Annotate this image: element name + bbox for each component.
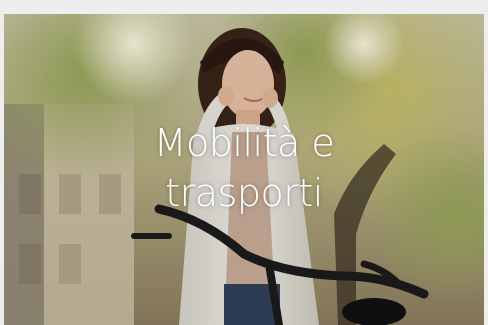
- category-card-mobility[interactable]: Mobilità e trasporti: [4, 14, 484, 325]
- card-title-line-1: Mobilità e: [153, 121, 335, 165]
- card-title-line-2: trasporti: [165, 171, 323, 215]
- card-title: Mobilità e trasporti: [44, 118, 444, 218]
